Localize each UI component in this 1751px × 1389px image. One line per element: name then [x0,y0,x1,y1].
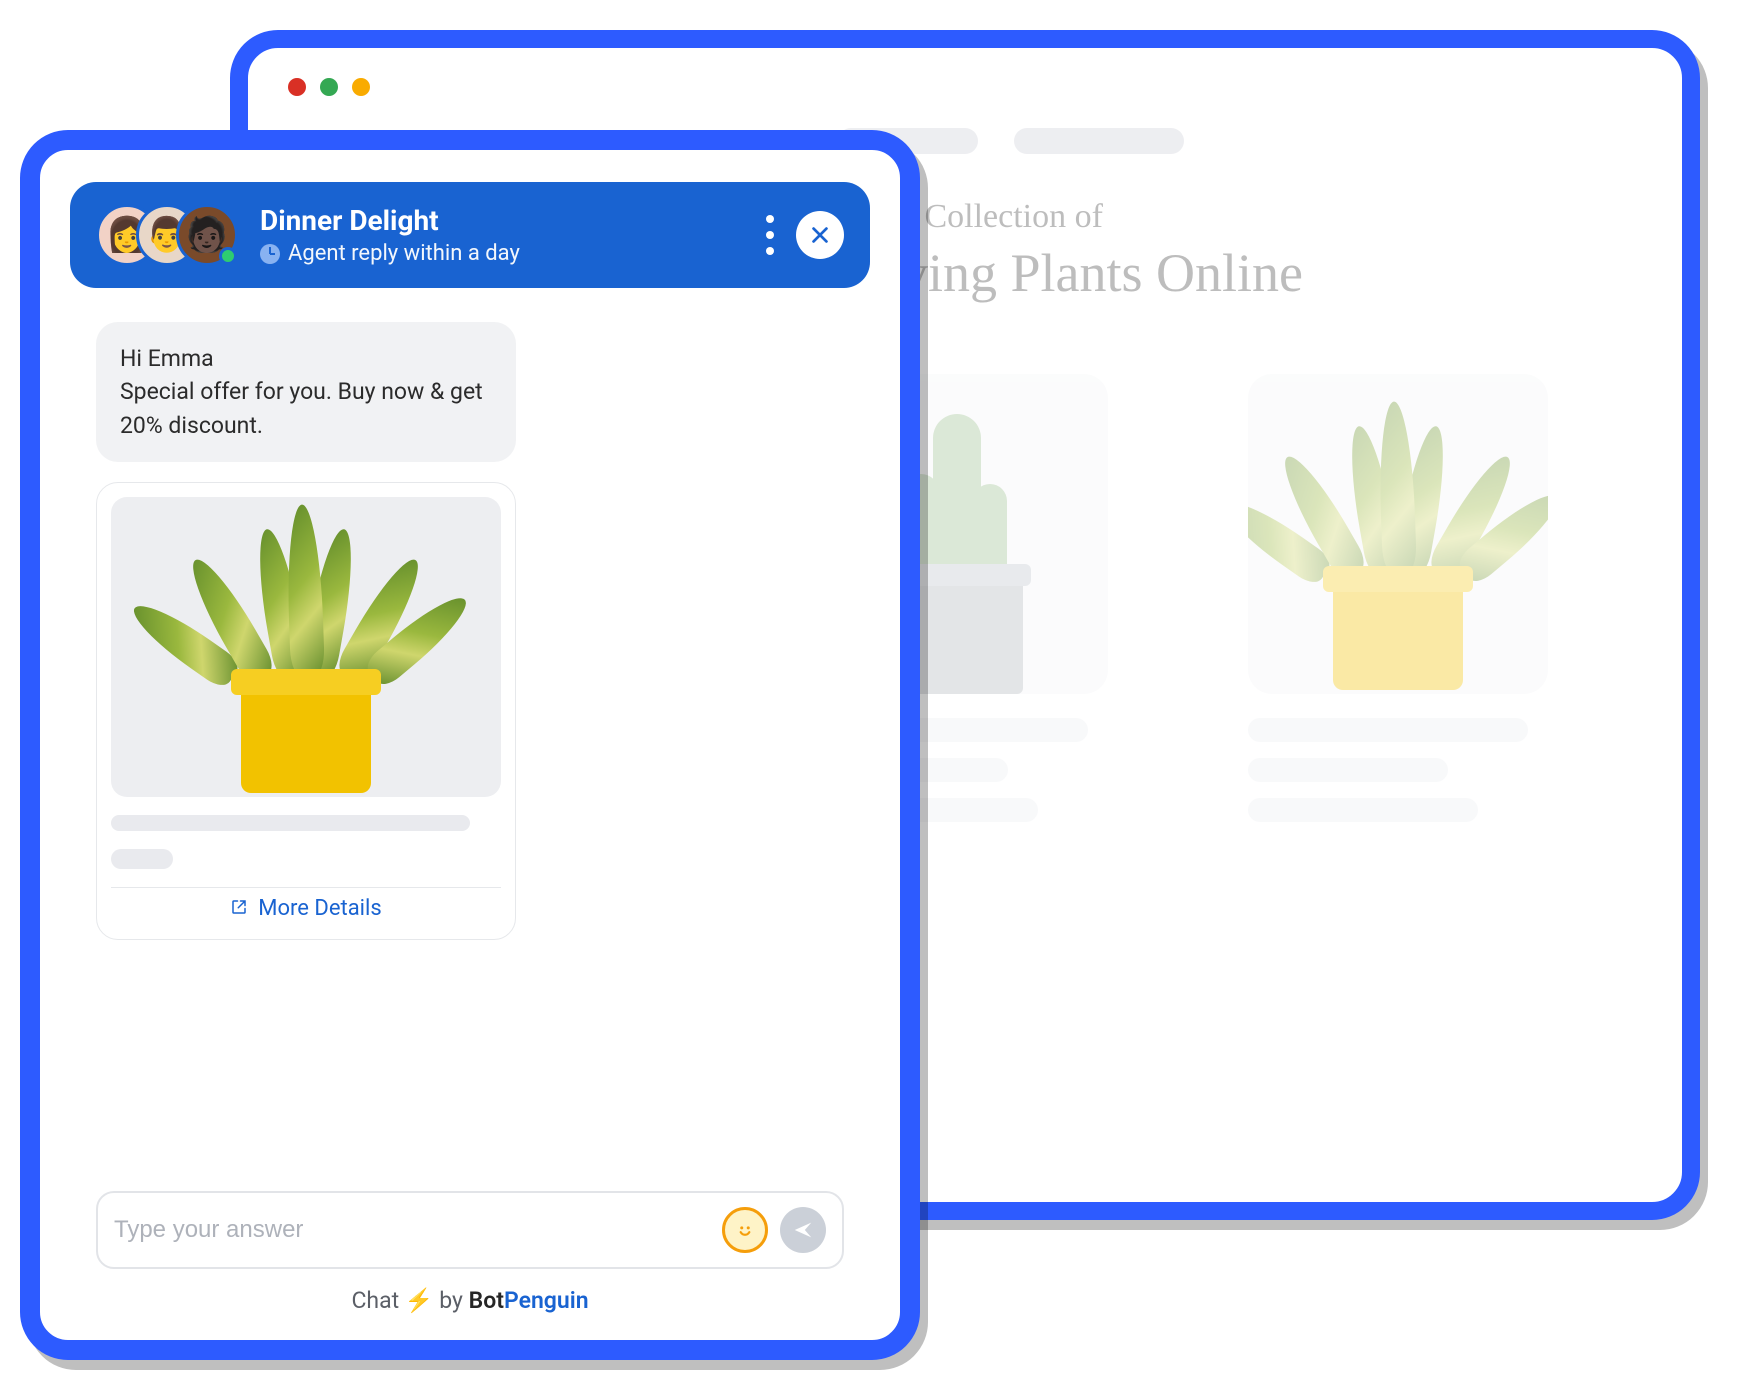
chat-input[interactable] [114,1216,710,1244]
send-button[interactable] [780,1207,826,1253]
message-line: Hi Emma [120,342,492,375]
more-options-icon[interactable] [766,215,774,255]
text-placeholder [1248,718,1528,742]
clock-icon [260,244,280,264]
smiley-icon [732,1217,758,1243]
credit-bot: Bot [469,1287,504,1314]
close-chat-button[interactable] [796,211,844,259]
text-placeholder [1248,758,1448,782]
minimize-window-icon[interactable] [320,78,338,96]
hero-title: Thriving Plants Online [808,242,1642,304]
text-placeholder [1248,798,1478,822]
external-link-icon [230,898,248,920]
chat-title: Dinner Delight [260,204,744,237]
bolt-icon: ⚡ [405,1287,434,1314]
product-image [111,497,501,797]
credit-penguin: Penguin [504,1287,589,1314]
more-details-link[interactable]: More Details [258,896,381,921]
close-icon [809,224,831,246]
chat-widget: 👩 👨 🧑🏿 Dinner Delight Agent reply within… [20,130,920,1360]
message-line: Special offer for you. Buy now & get 20%… [120,375,492,442]
agent-avatars: 👩 👨 🧑🏿 [96,204,238,266]
bot-message: Hi Emma Special offer for you. Buy now &… [96,322,516,462]
online-status-icon [219,247,237,265]
nav-placeholder [838,128,1642,154]
chat-body: Hi Emma Special offer for you. Buy now &… [70,288,870,1191]
close-window-icon[interactable] [288,78,306,96]
window-controls [288,78,1642,96]
chat-input-row [96,1191,844,1269]
powered-by: Chat ⚡ by BotPenguin [96,1287,844,1314]
product-image [1248,374,1548,694]
product-message-card: More Details [96,482,516,940]
maximize-window-icon[interactable] [352,78,370,96]
hero-heading: the Vast Collection of Thriving Plants O… [808,198,1642,304]
avatar: 🧑🏿 [176,204,238,266]
chat-header: 👩 👨 🧑🏿 Dinner Delight Agent reply within… [70,182,870,288]
send-icon [792,1219,814,1241]
hero-subtitle: the Vast Collection of [808,198,1642,236]
nav-item-placeholder [1014,128,1184,154]
emoji-button[interactable] [722,1207,768,1253]
product-card [1248,374,1558,822]
chat-subtitle: Agent reply within a day [288,241,520,266]
text-placeholder [111,849,173,869]
credit-by: by [439,1287,463,1314]
text-placeholder [111,815,470,831]
credit-chat: Chat [351,1287,399,1314]
